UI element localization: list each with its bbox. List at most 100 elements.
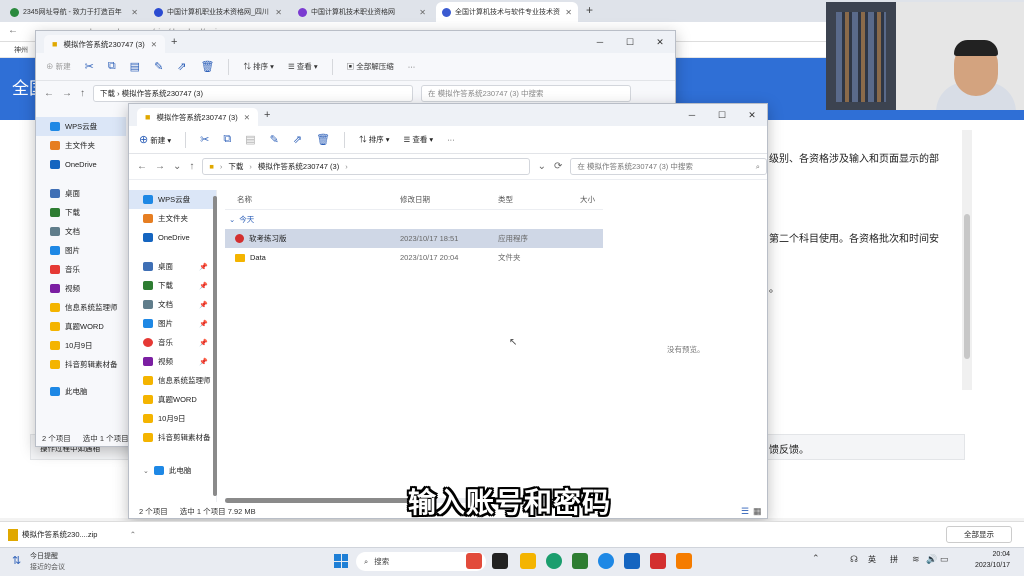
start-icon[interactable] (334, 554, 348, 568)
clock-time[interactable]: 20:04 (972, 551, 1010, 558)
delete-icon[interactable]: 🗑 (201, 60, 215, 73)
forward-icon[interactable]: → (155, 161, 165, 172)
close-tab-icon[interactable]: ✕ (565, 8, 572, 17)
path-box[interactable]: ■ › 下载 › 模拟作答系统230747 (3) › (202, 158, 530, 175)
file-row[interactable]: Data 2023/10/17 20:04 文件夹 (225, 248, 603, 267)
app-taskbar-icon[interactable] (572, 553, 588, 569)
rename-icon[interactable]: ✎ (270, 133, 279, 146)
file-explorer-taskbar-icon[interactable] (520, 553, 536, 569)
refresh-icon[interactable]: ⟳ (554, 161, 562, 172)
sidebar-item[interactable]: 主文件夹 (36, 136, 126, 155)
sidebar-scrollbar[interactable] (213, 196, 217, 496)
sidebar-item[interactable]: 桌面 (36, 184, 126, 203)
share-icon[interactable]: ⇗ (177, 60, 186, 73)
extract-all-button[interactable]: ▣ 全部解压缩 (347, 61, 394, 72)
sidebar-item-home[interactable]: 主文件夹 (129, 209, 216, 228)
rename-icon[interactable]: ✎ (154, 60, 163, 73)
sidebar-item[interactable]: 此电脑 (36, 382, 126, 401)
clock-date[interactable]: 2023/10/17 (962, 562, 1010, 569)
sort-button[interactable]: ⇅ 排序 ▾ (243, 61, 273, 72)
app-taskbar-icon[interactable] (466, 553, 482, 569)
close-icon[interactable]: ✕ (645, 37, 675, 48)
search-input[interactable]: 在 模拟作答系统230747 (3) 中搜索 (421, 84, 631, 102)
edge-taskbar-icon[interactable] (546, 553, 562, 569)
up-icon[interactable]: ↑ (80, 88, 85, 99)
close-icon[interactable]: ✕ (737, 110, 767, 121)
close-tab-icon[interactable]: ✕ (131, 8, 138, 17)
sidebar-item-music[interactable]: 音乐 📌 (129, 333, 216, 352)
sidebar-item-videos[interactable]: 视频 📌 (129, 352, 216, 371)
copy-icon[interactable]: ⧉ (108, 60, 116, 73)
paste-icon[interactable]: ▤ (245, 133, 255, 146)
volume-icon[interactable]: 🔊 (926, 554, 937, 565)
search-input[interactable]: 在 模拟作答系统230747 (3) 中搜索 ⌕ (570, 158, 767, 175)
group-header[interactable]: ⌄ 今天 (225, 210, 603, 229)
scroll-thumb[interactable] (964, 214, 970, 359)
minimize-icon[interactable]: ─ (585, 37, 615, 48)
ime-icon[interactable]: ☊ (850, 554, 858, 565)
app-taskbar-icon[interactable] (650, 553, 666, 569)
new-button[interactable]: ⊕ 新建 (46, 61, 71, 72)
column-date[interactable]: 修改日期 (400, 194, 498, 205)
page-scrollbar[interactable] (962, 130, 972, 390)
back-icon[interactable]: ← (44, 88, 54, 99)
explorer-tab[interactable]: ■ 模拟作答系统230747 (3) ✕ (44, 35, 166, 53)
column-size[interactable]: 大小 (580, 194, 603, 205)
show-all-button[interactable]: 全部显示 (946, 526, 1012, 543)
sidebar-item[interactable]: 图片 (36, 241, 126, 260)
cut-icon[interactable]: ✂ (85, 60, 94, 73)
sidebar-item-pictures[interactable]: 图片 📌 (129, 314, 216, 333)
chevron-up-icon[interactable]: ⌃ (812, 553, 820, 564)
share-icon[interactable]: ⇗ (293, 133, 302, 146)
sidebar-item-onedrive[interactable]: OneDrive (129, 228, 216, 247)
sidebar-item-wps[interactable]: WPS云盘 (129, 190, 216, 209)
close-tab-icon[interactable]: ✕ (151, 40, 157, 49)
sidebar-item[interactable]: 抖音剪辑素材备 (36, 355, 126, 374)
file-row[interactable]: 软考练习版 2023/10/17 18:51 应用程序 (225, 229, 603, 248)
more-button[interactable]: ··· (447, 135, 455, 144)
explorer-window-front[interactable]: ■ 模拟作答系统230747 (3) ✕ + ─ ☐ ✕ ⊕ 新建 ▾ ✂ ⧉ ▤ … (128, 103, 768, 519)
sort-button[interactable]: ⇅ 排序 ▾ (359, 134, 389, 145)
bookmark-item[interactable]: 神州 (14, 45, 28, 55)
sidebar-item-documents[interactable]: 文档 📌 (129, 295, 216, 314)
maximize-icon[interactable]: ☐ (707, 110, 737, 121)
sidebar-item[interactable]: WPS云盘 (36, 117, 126, 136)
sidebar-item[interactable]: 视频 (36, 279, 126, 298)
breadcrumb-current[interactable]: 模拟作答系统230747 (3) (258, 161, 339, 172)
back-icon[interactable]: ← (137, 161, 147, 172)
close-tab-icon[interactable]: ✕ (419, 8, 426, 17)
recent-dropdown-icon[interactable]: ⌄ (173, 161, 181, 172)
details-view-icon[interactable]: ☰ (741, 506, 749, 517)
browser-taskbar-icon[interactable] (598, 553, 614, 569)
sidebar-item[interactable]: 下载 (36, 203, 126, 222)
delete-icon[interactable]: 🗑 (316, 133, 330, 146)
sidebar-item-this-pc[interactable]: ⌄ 此电脑 (129, 461, 216, 480)
more-button[interactable]: ··· (408, 62, 416, 71)
new-button[interactable]: ⊕ 新建 ▾ (139, 133, 171, 146)
app-taskbar-icon[interactable] (676, 553, 692, 569)
battery-icon[interactable]: ▭ (940, 554, 949, 565)
path-dropdown-icon[interactable]: ⌄ (538, 161, 546, 172)
new-tab-button[interactable]: + (586, 3, 593, 17)
chevron-up-icon[interactable]: ⌃ (130, 530, 136, 539)
app-taskbar-icon[interactable] (492, 553, 508, 569)
new-tab-button[interactable]: + (264, 109, 270, 121)
path-box[interactable]: 下载 › 模拟作答系统230747 (3) (93, 84, 413, 102)
maximize-icon[interactable]: ☐ (615, 37, 645, 48)
back-icon[interactable]: ← (8, 25, 18, 36)
sidebar-item[interactable]: 10月9日 (36, 336, 126, 355)
close-tab-icon[interactable]: ✕ (244, 113, 250, 122)
browser-tab-2[interactable]: 中国计算机职业技术资格网_四川 ✕ (148, 2, 288, 22)
new-tab-button[interactable]: + (171, 36, 177, 48)
ime-lang[interactable]: 英 (868, 554, 876, 565)
sidebar-item[interactable]: 文档 (36, 222, 126, 241)
sidebar-item-folder[interactable]: 抖音剪辑素材备 (129, 428, 216, 447)
app-taskbar-icon[interactable] (624, 553, 640, 569)
sidebar-item[interactable]: 音乐 (36, 260, 126, 279)
sidebar-item-folder[interactable]: 信息系统监理师 (129, 371, 216, 390)
ime-mode[interactable]: 拼 (890, 554, 898, 565)
cut-icon[interactable]: ✂ (200, 133, 209, 146)
wifi-icon[interactable]: ≋ (912, 554, 920, 565)
column-name[interactable]: 名称 (225, 194, 400, 205)
browser-tab-4[interactable]: 全国计算机技术与软件专业技术资 ✕ (436, 2, 578, 22)
